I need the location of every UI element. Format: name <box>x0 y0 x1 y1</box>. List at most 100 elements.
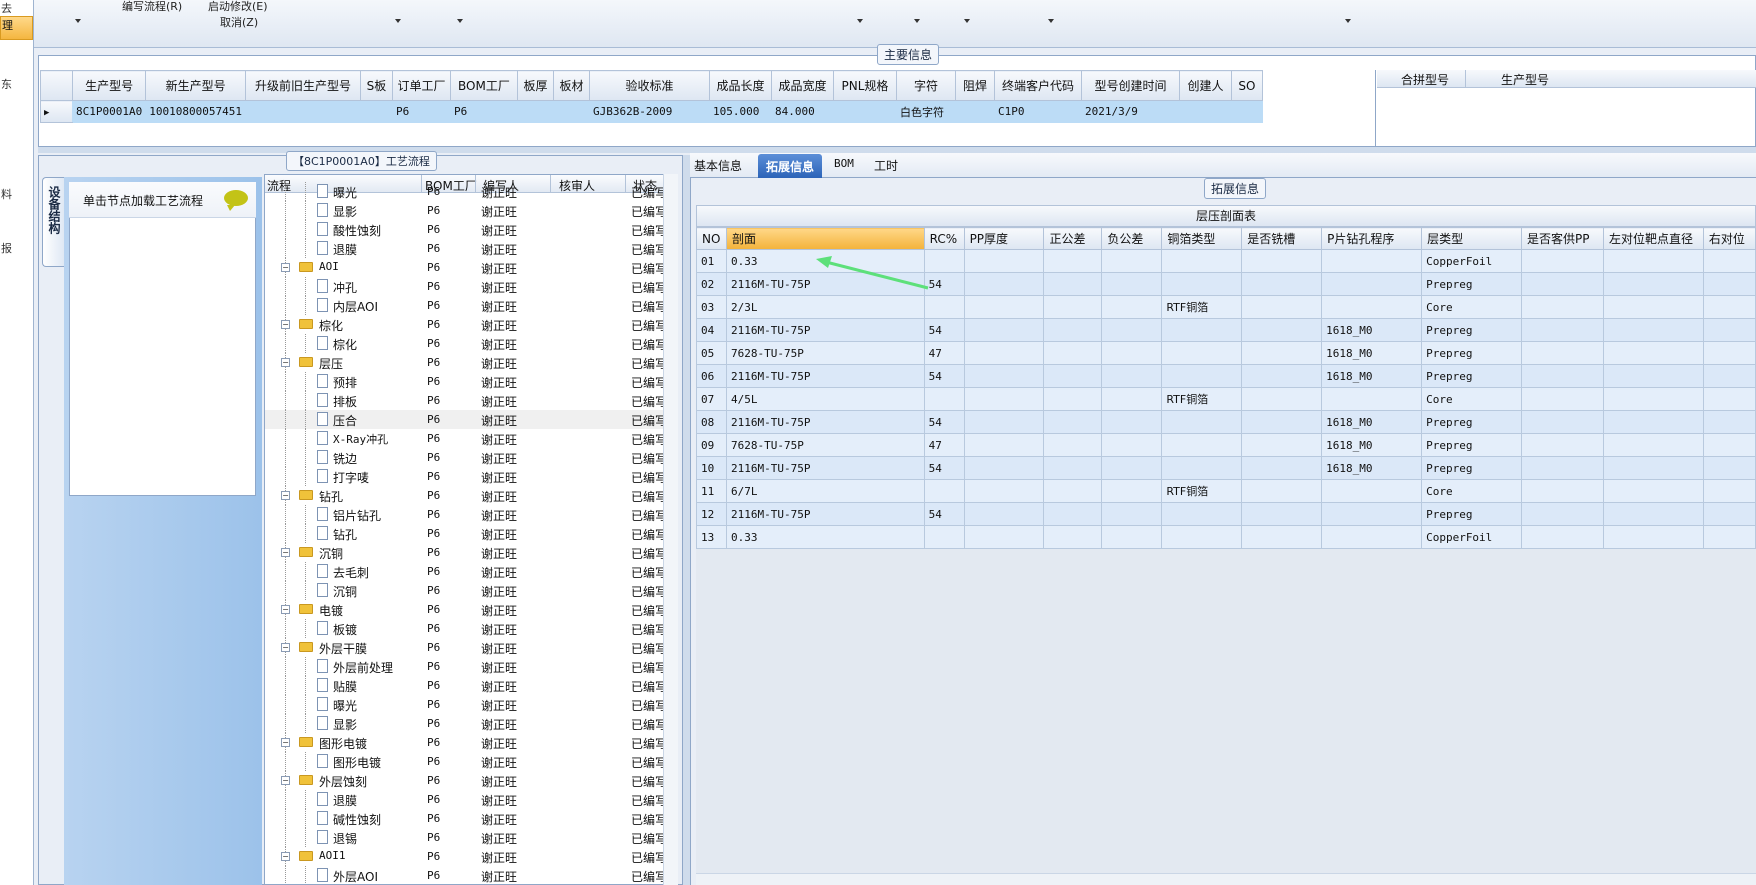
table-cell[interactable] <box>1241 364 1323 388</box>
tree-row[interactable]: 显影 P6 谢正旺 已编写 <box>265 201 677 220</box>
table-cell[interactable]: 6/7L <box>725 479 925 503</box>
table-cell[interactable] <box>963 295 1045 319</box>
tree-row[interactable]: 预排 P6 谢正旺 已编写 <box>265 372 677 391</box>
table-cell[interactable] <box>1101 479 1163 503</box>
collapse-icon[interactable]: − <box>281 320 290 329</box>
table-cell[interactable] <box>923 387 965 411</box>
table-cell[interactable]: 1618_M0 <box>1321 364 1423 388</box>
table-cell[interactable]: 105.000 <box>709 100 772 123</box>
table-cell[interactable] <box>1161 456 1243 480</box>
table-cell[interactable] <box>1321 387 1423 411</box>
chevron-down-icon[interactable] <box>75 19 81 23</box>
table-cell[interactable]: 1618_M0 <box>1321 341 1423 365</box>
table-cell[interactable]: 47 <box>923 433 965 457</box>
collapse-icon[interactable]: − <box>281 605 290 614</box>
table-cell[interactable] <box>1043 502 1103 526</box>
table-cell[interactable] <box>245 100 361 123</box>
table-cell[interactable] <box>1520 433 1604 457</box>
table-cell[interactable] <box>1520 341 1604 365</box>
table-cell[interactable] <box>1602 341 1704 365</box>
left-nav-item[interactable]: 去 <box>1 0 12 16</box>
table-cell[interactable] <box>1321 479 1423 503</box>
col-header[interactable]: 订单工厂 <box>391 70 451 101</box>
table-cell[interactable] <box>1321 249 1423 273</box>
table-cell[interactable] <box>1520 525 1604 549</box>
cancel-button[interactable]: 取消(Z) <box>220 14 258 30</box>
table-cell[interactable] <box>1602 364 1704 388</box>
table-row[interactable]: 07 4/5L RTF铜箔 Core <box>696 387 1756 411</box>
table-cell[interactable] <box>360 100 393 123</box>
tree-row[interactable]: 外层前处理 P6 谢正旺 已编写 <box>265 657 677 676</box>
table-cell[interactable] <box>1241 479 1323 503</box>
table-cell[interactable]: C1P0 <box>994 100 1082 123</box>
table-cell[interactable] <box>1702 479 1756 503</box>
col-header[interactable]: 成品长度 <box>708 70 772 101</box>
table-cell[interactable] <box>1043 433 1103 457</box>
table-cell[interactable] <box>1702 502 1756 526</box>
col-header[interactable]: NO <box>696 227 727 250</box>
table-cell[interactable] <box>1043 525 1103 549</box>
table-cell[interactable] <box>1101 387 1163 411</box>
table-cell[interactable] <box>1043 341 1103 365</box>
table-cell[interactable] <box>1520 456 1604 480</box>
col-header[interactable]: 验收标准 <box>588 70 710 101</box>
table-cell[interactable] <box>833 100 897 123</box>
table-cell[interactable]: RTF铜箔 <box>1161 295 1243 319</box>
horizontal-scrollbar[interactable] <box>696 873 1756 885</box>
table-cell[interactable] <box>1241 502 1323 526</box>
tree-row[interactable]: 排板 P6 谢正旺 已编写 <box>265 391 677 410</box>
tree-row[interactable]: 去毛刺 P6 谢正旺 已编写 <box>265 562 677 581</box>
tree-row[interactable]: 贴膜 P6 谢正旺 已编写 <box>265 676 677 695</box>
col-header[interactable]: PNL规格 <box>832 70 897 101</box>
table-cell[interactable] <box>1602 525 1704 549</box>
table-cell[interactable] <box>1241 295 1323 319</box>
table-row[interactable]: 06 2116M-TU-75P 54 1618_M0 Prepreg <box>696 364 1756 388</box>
table-cell[interactable]: Prepreg <box>1421 410 1522 434</box>
table-cell[interactable] <box>1043 387 1103 411</box>
table-cell[interactable]: 02 <box>696 272 727 296</box>
table-cell[interactable] <box>923 479 965 503</box>
table-cell[interactable] <box>1101 456 1163 480</box>
col-header[interactable]: 剖面 <box>725 227 925 250</box>
table-cell[interactable] <box>963 525 1045 549</box>
table-cell[interactable] <box>1602 502 1704 526</box>
col-header[interactable]: 是否铣槽 <box>1241 227 1323 250</box>
table-cell[interactable] <box>517 100 554 123</box>
table-cell[interactable]: 8C1P0001A0 <box>72 100 147 123</box>
row-indicator[interactable]: ▶ <box>40 100 73 123</box>
tree-row[interactable]: 曝光 P6 谢正旺 已编写 <box>265 695 677 714</box>
table-cell[interactable] <box>1702 410 1756 434</box>
collapse-icon[interactable]: − <box>281 263 290 272</box>
table-cell[interactable] <box>553 100 590 123</box>
tree-row[interactable]: X-Ray冲孔 P6 谢正旺 已编写 <box>265 429 677 448</box>
col-header[interactable]: 板厚 <box>516 70 554 101</box>
table-cell[interactable]: 54 <box>923 456 965 480</box>
table-cell[interactable] <box>1179 100 1232 123</box>
table-row[interactable]: 04 2116M-TU-75P 54 1618_M0 Prepreg <box>696 318 1756 342</box>
table-cell[interactable]: 0.33 <box>725 249 925 273</box>
col-header[interactable]: 负公差 <box>1101 227 1163 250</box>
table-cell[interactable] <box>1702 456 1756 480</box>
table-cell[interactable] <box>1602 387 1704 411</box>
table-cell[interactable]: 1618_M0 <box>1321 410 1423 434</box>
table-cell[interactable] <box>1602 249 1704 273</box>
table-cell[interactable] <box>1161 433 1243 457</box>
col-header[interactable]: 生产型号 <box>71 70 147 101</box>
table-cell[interactable] <box>963 456 1045 480</box>
table-cell[interactable] <box>1043 272 1103 296</box>
table-cell[interactable]: 2116M-TU-75P <box>725 502 925 526</box>
table-cell[interactable] <box>963 387 1045 411</box>
table-cell[interactable]: 1618_M0 <box>1321 318 1423 342</box>
table-cell[interactable] <box>1161 341 1243 365</box>
table-cell[interactable]: RTF铜箔 <box>1161 387 1243 411</box>
table-cell[interactable]: P6 <box>392 100 451 123</box>
start-modify-button[interactable]: 启动修改(E) <box>208 0 268 14</box>
table-cell[interactable] <box>1602 410 1704 434</box>
left-nav-item[interactable]: 料 <box>1 186 12 202</box>
table-cell[interactable] <box>1241 410 1323 434</box>
table-cell[interactable] <box>963 364 1045 388</box>
chevron-down-icon[interactable] <box>857 19 863 23</box>
table-cell[interactable] <box>1520 364 1604 388</box>
table-cell[interactable] <box>1043 318 1103 342</box>
tree-row[interactable]: 钻孔 P6 谢正旺 已编写 <box>265 524 677 543</box>
